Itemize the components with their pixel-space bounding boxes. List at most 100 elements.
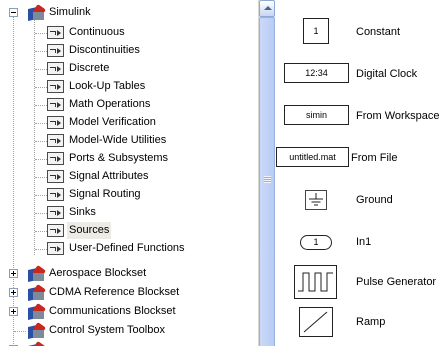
block-label: Constant (356, 26, 401, 38)
tree-connector (35, 105, 47, 106)
block-label: Digital Clock (356, 68, 418, 80)
scroll-up-arrow-icon[interactable] (259, 0, 275, 17)
tree-item-look-up-tables[interactable]: Look-Up Tables (0, 78, 258, 95)
tree-node-communications-blockset[interactable]: Communications Blockset (0, 303, 258, 320)
block-from-file[interactable]: untitled.mat From File (275, 141, 447, 175)
tree-node-label: Simulink (49, 6, 91, 18)
tree-item-label: User-Defined Functions (69, 242, 185, 254)
tree-connector (35, 69, 47, 70)
tree-item-label: Discontinuities (69, 44, 140, 56)
tree-scrollbar[interactable] (258, 0, 275, 346)
tree-connector (35, 33, 47, 34)
tree-connector (35, 177, 47, 178)
tree-item-discontinuities[interactable]: Discontinuities (0, 42, 258, 59)
tree-item-label: Look-Up Tables (69, 80, 146, 92)
tree-item-signal-attributes[interactable]: Signal Attributes (0, 168, 258, 185)
tree-connector (14, 331, 26, 332)
tree-node-aerospace-blockset[interactable]: Aerospace Blockset (0, 265, 258, 282)
simulink-library-icon (28, 284, 46, 301)
simulink-library-icon (28, 265, 46, 282)
tree-item-ports-subsystems[interactable]: Ports & Subsystems (0, 150, 258, 167)
inport-block-number: 1 (313, 237, 319, 247)
tree-item-continuous[interactable]: Continuous (0, 24, 258, 41)
tree-item-math-operations[interactable]: Math Operations (0, 96, 258, 113)
block-subsystem-icon (47, 242, 64, 255)
tree-item-sources[interactable]: Sources (0, 222, 258, 239)
tree-connector (35, 213, 47, 214)
simulink-library-icon (28, 322, 46, 339)
tree-item-label: Signal Routing (69, 188, 141, 200)
ground-block-icon[interactable] (305, 190, 327, 210)
block-from-workspace[interactable]: simin From Workspace (275, 99, 447, 133)
block-subsystem-icon (47, 80, 64, 93)
block-label: Pulse Generator (356, 276, 437, 288)
tree-item-label: Model-Wide Utilities (69, 134, 167, 146)
expand-icon[interactable] (9, 269, 18, 278)
tree-item-label: Math Operations (69, 98, 151, 110)
tree-node-cdma-reference-blockset[interactable]: CDMA Reference Blockset (0, 284, 258, 301)
block-ground[interactable]: Ground (275, 183, 447, 217)
tree-node-partial[interactable] (0, 341, 258, 346)
tree-item-label: Sinks (69, 206, 96, 218)
pulse-generator-block-icon[interactable] (294, 265, 337, 299)
constant-block-value: 1 (313, 26, 319, 36)
block-subsystem-icon (47, 224, 64, 237)
block-subsystem-icon (47, 152, 64, 165)
block-subsystem-icon (47, 44, 64, 57)
simulink-library-icon (28, 4, 46, 21)
tree-item-label: Discrete (69, 62, 110, 74)
tree-connector (35, 87, 47, 88)
ramp-block-icon[interactable] (299, 307, 333, 337)
tree-item-label: Ports & Subsystems (69, 152, 169, 164)
block-label: In1 (356, 236, 372, 248)
tree-node-label: Aerospace Blockset (49, 267, 147, 279)
simulink-library-icon (28, 303, 46, 320)
block-label: Ramp (356, 316, 386, 328)
block-palette[interactable]: 1 Constant 12:34 Digital Clock simin Fro… (275, 0, 447, 346)
expand-icon[interactable] (9, 307, 18, 316)
tree-node-control-system-toolbox[interactable]: Control System Toolbox (0, 322, 258, 339)
tree-connector (35, 195, 47, 196)
tree-node-label: Control System Toolbox (49, 324, 165, 336)
digital-clock-block-icon[interactable]: 12:34 (284, 63, 349, 83)
block-constant[interactable]: 1 Constant (275, 15, 447, 49)
tree-item-user-defined-functions[interactable]: User-Defined Functions (0, 240, 258, 257)
block-label: From Workspace (356, 110, 440, 122)
block-subsystem-icon (47, 206, 64, 219)
block-subsystem-icon (47, 26, 64, 39)
block-subsystem-icon (47, 62, 64, 75)
block-in1[interactable]: 1 In1 (275, 225, 447, 259)
expand-icon[interactable] (9, 288, 18, 297)
block-label: Ground (356, 194, 393, 206)
from-file-block-text: untitled.mat (289, 152, 336, 162)
tree-item-label: Model Verification (69, 116, 156, 128)
tree-item-label-selected: Sources (67, 222, 112, 239)
tree-connector (35, 159, 47, 160)
tree-connector (35, 231, 47, 232)
tree-connector (35, 123, 47, 124)
from-workspace-block-icon[interactable]: simin (284, 105, 349, 125)
library-tree[interactable]: Simulink Continuous Discontinuities Disc… (0, 0, 258, 346)
scrollbar-thumb[interactable] (259, 17, 275, 346)
block-label: From File (351, 152, 398, 164)
tree-connector (35, 51, 47, 52)
inport-block-icon[interactable]: 1 (300, 235, 332, 250)
from-file-block-icon[interactable]: untitled.mat (276, 147, 349, 167)
tree-item-discrete[interactable]: Discrete (0, 60, 258, 77)
collapse-icon[interactable] (9, 8, 18, 17)
block-pulse-generator[interactable]: Pulse Generator (275, 265, 447, 299)
tree-item-model-wide-utilities[interactable]: Model-Wide Utilities (0, 132, 258, 149)
block-subsystem-icon (47, 134, 64, 147)
block-ramp[interactable]: Ramp (275, 305, 447, 339)
block-digital-clock[interactable]: 12:34 Digital Clock (275, 57, 447, 91)
tree-item-signal-routing[interactable]: Signal Routing (0, 186, 258, 203)
digital-clock-block-text: 12:34 (305, 68, 328, 78)
tree-item-model-verification[interactable]: Model Verification (0, 114, 258, 131)
tree-node-label: Communications Blockset (49, 305, 176, 317)
tree-item-label: Continuous (69, 26, 125, 38)
tree-node-label: CDMA Reference Blockset (49, 286, 180, 298)
tree-item-sinks[interactable]: Sinks (0, 204, 258, 221)
constant-block-icon[interactable]: 1 (303, 18, 329, 44)
tree-node-simulink[interactable]: Simulink (0, 4, 258, 21)
block-subsystem-icon (47, 188, 64, 201)
